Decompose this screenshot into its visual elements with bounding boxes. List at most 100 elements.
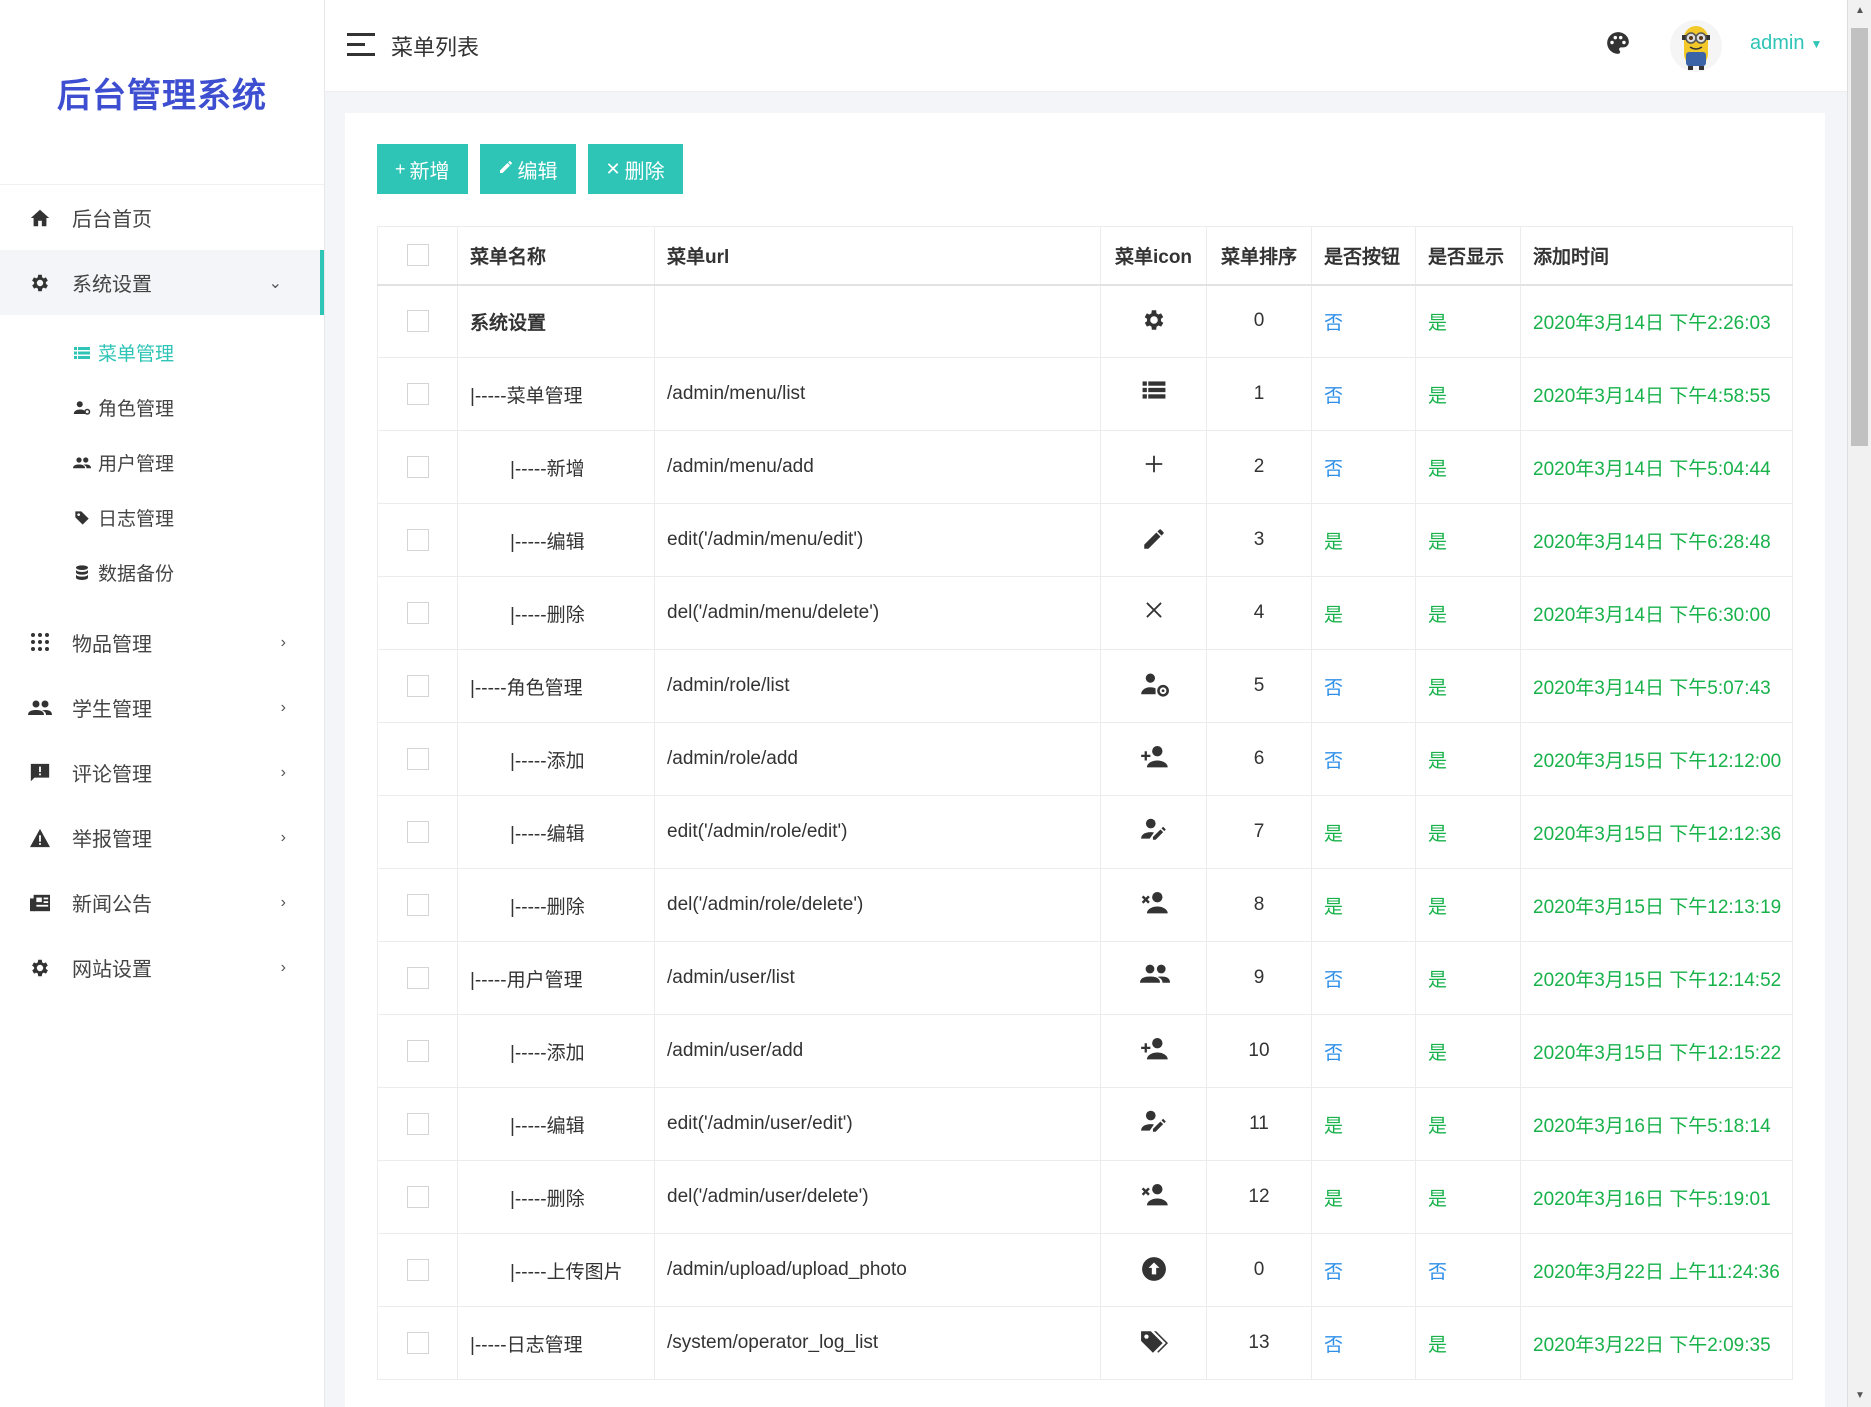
row-checkbox[interactable]	[406, 1258, 429, 1281]
row-checkbox[interactable]	[406, 966, 429, 989]
chevron-down-icon: ⌄	[268, 274, 282, 292]
caret-down-icon: ▼	[1810, 36, 1823, 51]
sidebar-item-site-settings[interactable]: 网站设置 ›	[0, 935, 324, 1000]
table-row[interactable]: |-----日志管理/system/operator_log_list 13 否是 2…	[377, 1306, 1793, 1380]
sidebar-item-student-management[interactable]: 学生管理 ›	[0, 675, 324, 740]
table-row[interactable]: |-----添加/admin/role/add 6 否是 2020年3月15日 下午1…	[377, 722, 1793, 796]
menu-icon-cell	[1100, 357, 1207, 431]
add-button[interactable]: + 新增	[377, 144, 468, 194]
table-row[interactable]: |-----编辑 edit('/admin/menu/edit') 3 是是 2020年…	[377, 503, 1793, 577]
is-button-cell: 否	[1311, 941, 1416, 1015]
row-checkbox[interactable]	[406, 528, 429, 551]
menu-icon-cell	[1100, 1306, 1207, 1380]
menu-name-cell: |-----日志管理	[457, 1306, 655, 1380]
column-header[interactable]: 菜单url	[654, 226, 1101, 286]
column-header[interactable]: 是否按钮	[1311, 226, 1416, 286]
sidebar-subitem-log-management[interactable]: 日志管理	[0, 490, 324, 545]
row-checkbox[interactable]	[406, 1331, 429, 1354]
row-select-cell	[377, 430, 458, 504]
user-remove-icon	[1140, 1183, 1168, 1211]
menu-sort-cell: 2	[1206, 430, 1312, 504]
row-checkbox[interactable]	[406, 601, 429, 624]
table-row[interactable]: |-----删除 del('/admin/role/delete') 8 是是 2020…	[377, 868, 1793, 942]
sidebar-item-label: 系统设置	[72, 274, 152, 296]
menu-sort-cell: 0	[1206, 1233, 1312, 1307]
menu-name-cell: |-----新增	[457, 430, 655, 504]
is-button-cell: 否	[1311, 1014, 1416, 1088]
table-row[interactable]: |-----上传图片/admin/upload/upload_photo 0 否否 2…	[377, 1233, 1793, 1307]
sidebar-item-goods-management[interactable]: 物品管理 ›	[0, 610, 324, 675]
menu-icon-cell	[1100, 941, 1207, 1015]
row-select-cell	[377, 649, 458, 723]
added-time-cell: 2020年3月22日 上午11:24:36	[1520, 1233, 1793, 1307]
row-checkbox[interactable]	[406, 1039, 429, 1062]
table-row[interactable]: |-----菜单管理/admin/menu/list 1 否是 2020年3月14日 …	[377, 357, 1793, 431]
table-row[interactable]: |-----角色管理/admin/role/list 5 否是 2020年3月14日 …	[377, 649, 1793, 723]
column-header[interactable]: 菜单排序	[1206, 226, 1312, 286]
is-button-cell: 否	[1311, 357, 1416, 431]
row-checkbox[interactable]	[406, 893, 429, 916]
column-header[interactable]: 菜单icon	[1100, 226, 1207, 286]
is-show-cell: 是	[1415, 649, 1521, 723]
chevron-right-icon: ›	[280, 958, 286, 976]
is-show-cell: 否	[1415, 1233, 1521, 1307]
menu-sort-cell: 6	[1206, 722, 1312, 796]
column-header[interactable]: 添加时间	[1520, 226, 1793, 286]
column-header[interactable]: 是否显示	[1415, 226, 1521, 286]
menu-table-wrapper: 菜单名称 菜单url 菜单icon 菜单排序 是否按钮 是否显示 添加时间 系统…	[377, 226, 1793, 1380]
logo: 后台管理系统	[0, 0, 324, 185]
table-row[interactable]: |-----编辑 edit('/admin/user/edit') 11 是是 2020…	[377, 1087, 1793, 1161]
menu-url-cell: del('/admin/role/delete')	[654, 868, 1101, 942]
menu-icon-cell	[1100, 430, 1207, 504]
user-plus-icon	[1140, 1037, 1168, 1065]
row-checkbox[interactable]	[406, 310, 429, 333]
is-show-cell: 是	[1415, 357, 1521, 431]
sidebar-item-comment-management[interactable]: 评论管理 ›	[0, 740, 324, 805]
scrollbar-thumb[interactable]	[1851, 28, 1868, 446]
gear-icon	[28, 271, 52, 295]
list-icon	[1140, 380, 1168, 408]
is-show-cell: 是	[1415, 430, 1521, 504]
row-checkbox[interactable]	[406, 674, 429, 697]
row-checkbox[interactable]	[406, 1185, 429, 1208]
table-row[interactable]: |-----删除 del('/admin/user/delete') 12 是是 202…	[377, 1160, 1793, 1234]
sidebar-item-news-announcement[interactable]: 新闻公告 ›	[0, 870, 324, 935]
sidebar-item-system-settings[interactable]: 系统设置 ⌄	[0, 250, 324, 315]
edit-button[interactable]: 编辑	[479, 144, 576, 194]
select-all-checkbox[interactable]	[406, 244, 429, 267]
add-button-label: 新增	[409, 160, 450, 183]
row-checkbox[interactable]	[406, 1112, 429, 1135]
scroll-up-arrow-icon[interactable]: ▲	[1848, 0, 1871, 22]
table-row[interactable]: 系统设置 0 否是 2020年3月14日 下午2:26:03	[377, 284, 1793, 358]
table-row[interactable]: |-----编辑 edit('/admin/role/edit') 7 是是 2020年…	[377, 795, 1793, 869]
user-menu[interactable]: admin ▼	[1750, 32, 1822, 55]
table-row[interactable]: |-----添加/admin/user/add 10 否是 2020年3月15日 下午…	[377, 1014, 1793, 1088]
row-checkbox[interactable]	[406, 747, 429, 770]
avatar[interactable]	[1670, 20, 1722, 72]
sidebar-item-label: 新闻公告	[72, 894, 152, 916]
row-checkbox[interactable]	[406, 382, 429, 405]
table-row[interactable]: |-----新增/admin/menu/add 2 否是 2020年3月14日 下午5…	[377, 430, 1793, 504]
scroll-down-arrow-icon[interactable]: ▼	[1848, 1385, 1871, 1407]
row-checkbox[interactable]	[406, 455, 429, 478]
users-icon	[28, 696, 52, 720]
sidebar-item-report-management[interactable]: 举报管理 ›	[0, 805, 324, 870]
plus-icon	[1140, 453, 1168, 481]
is-show-cell: 是	[1415, 722, 1521, 796]
sidebar-subitem-user-management[interactable]: 用户管理	[0, 435, 324, 490]
delete-button[interactable]: ✕ 删除	[587, 144, 683, 194]
table-row[interactable]: |-----删除 del('/admin/menu/delete') 4 是是 2020…	[377, 576, 1793, 650]
sidebar-item-home[interactable]: 后台首页	[0, 185, 324, 250]
row-checkbox[interactable]	[406, 820, 429, 843]
column-header[interactable]: 菜单名称	[457, 226, 655, 286]
is-show-cell: 是	[1415, 1306, 1521, 1380]
sidebar-subitem-data-backup[interactable]: 数据备份	[0, 545, 324, 600]
added-time-cell: 2020年3月15日 下午12:14:52	[1520, 941, 1793, 1015]
palette-icon[interactable]	[1605, 30, 1635, 60]
is-show-cell: 是	[1415, 503, 1521, 577]
sidebar-subitem-menu-management[interactable]: 菜单管理	[0, 325, 324, 380]
hamburger-menu-icon[interactable]	[347, 33, 375, 56]
table-row[interactable]: |-----用户管理/admin/user/list 9 否是 2020年3月15日 …	[377, 941, 1793, 1015]
page-scrollbar[interactable]: ▲ ▼	[1847, 0, 1871, 1407]
sidebar-subitem-role-management[interactable]: 角色管理	[0, 380, 324, 435]
